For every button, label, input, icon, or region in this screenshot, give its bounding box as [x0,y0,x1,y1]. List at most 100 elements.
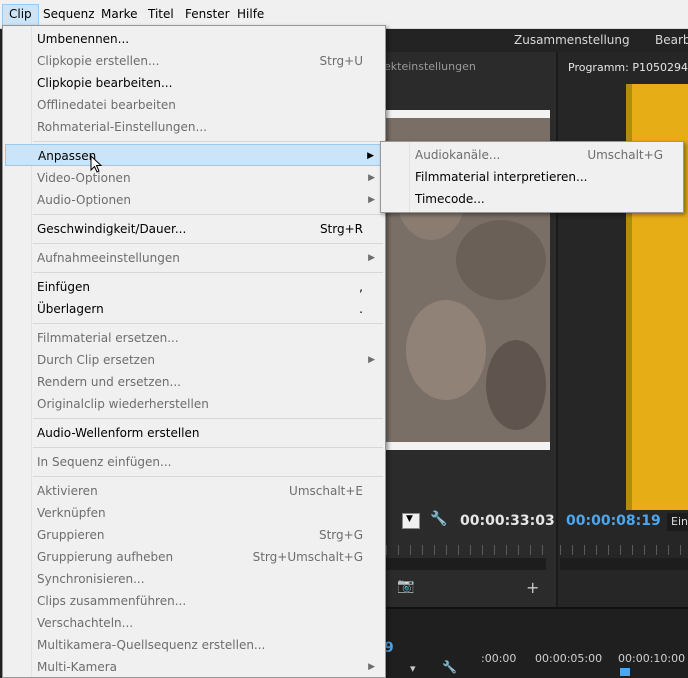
submenu-arrow-icon: ▶ [368,253,375,263]
program-panel-title[interactable]: Programm: P1050294 [568,61,688,74]
submenu-arrow-icon: ▶ [368,195,375,205]
menu-hilfe[interactable]: Hilfe [231,4,270,24]
menu-item-label: Clipkopie erstellen... [37,54,160,68]
menu-item-aktivieren[interactable]: Aktivieren Umschalt+E [5,480,381,502]
program-fit-dropdown[interactable]: Ein [667,513,688,531]
menu-item-rohmaterial[interactable]: Rohmaterial-Einstellungen... [5,116,381,138]
menu-item-shortcut: . [359,302,363,316]
source-dropdown[interactable]: ▼ [402,513,420,529]
source-timecode: 00:00:33:03 [460,513,555,529]
menu-item-audio-optionen[interactable]: Audio-Optionen ▶ [5,189,381,211]
menu-clip[interactable]: Clip [2,4,39,26]
menu-marke[interactable]: Marke [95,4,144,24]
menu-separator [33,214,383,215]
program-ruler [560,545,688,555]
menu-item-label: Verschachteln... [37,616,134,630]
menu-item-offlinedatei[interactable]: Offlinedatei bearbeiten [5,94,381,116]
submenu-item-timecode[interactable]: Timecode... [383,188,681,210]
menu-separator [33,141,383,142]
source-panel-title[interactable]: ekteinstellungen [384,60,476,73]
marker-icon[interactable]: ▾ [410,662,416,675]
menu-sequenz[interactable]: Sequenz [37,4,101,24]
menu-item-label: Filmmaterial interpretieren... [415,170,588,184]
menu-titel[interactable]: Titel [142,4,180,24]
menu-item-synchronisieren[interactable]: Synchronisieren... [5,568,381,590]
timeline-panel [384,607,688,678]
menu-item-umbenennen[interactable]: Umbenennen... [5,28,381,50]
wrench-icon[interactable]: 🔧 [430,511,447,527]
menu-item-label: Gruppieren [37,528,105,542]
menu-item-rendern-ersetzen[interactable]: Rendern und ersetzen... [5,371,381,393]
menu-item-label: Aufnahmeeinstellungen [37,251,180,265]
menu-item-label: Timecode... [415,192,485,206]
menu-item-clips-zusammenfuehren[interactable]: Clips zusammenführen... [5,590,381,612]
menu-item-shortcut: Strg+G [318,528,363,542]
timeline-tick: 00:00:05:00 [535,652,603,665]
menu-item-label: Geschwindigkeit/Dauer... [37,222,187,236]
menu-item-gruppierung-aufheben[interactable]: Gruppierung aufheben Strg+Umschalt+G [5,546,381,568]
menu-item-originalclip[interactable]: Originalclip wiederherstellen [5,393,381,415]
menu-item-label: Einfügen [37,280,90,294]
menu-item-in-sequenz-einfuegen[interactable]: In Sequenz einfügen... [5,451,381,473]
menu-item-geschwindigkeit[interactable]: Geschwindigkeit/Dauer... Strg+R [5,218,381,240]
menu-item-label: Audio-Wellenform erstellen [37,426,200,440]
camera-icon[interactable]: 📷 [397,578,414,594]
menu-item-label: Synchronisieren... [37,572,145,586]
wrench-icon[interactable]: 🔧 [442,660,457,674]
menu-item-multi-kamera[interactable]: Multi-Kamera ▶ [5,656,381,678]
playhead[interactable] [620,668,630,676]
source-scroll[interactable] [386,558,546,570]
menu-item-clipkopie-bearbeiten[interactable]: Clipkopie bearbeiten... [5,72,381,94]
menu-item-label: Offlinedatei bearbeiten [37,98,176,112]
menu-item-multikamera-quellsequenz[interactable]: Multikamera-Quellsequenz erstellen... [5,634,381,656]
menu-item-label: Audio-Optionen [37,193,132,207]
timeline-tick: :00:00 [481,652,517,665]
menu-item-shortcut: Umschalt+G [587,148,663,162]
menu-separator [33,447,383,448]
menu-item-shortcut: Strg+U [319,54,364,68]
submenu-arrow-icon: ▶ [368,662,375,672]
menu-item-einfuegen[interactable]: Einfügen , [5,276,381,298]
menu-separator [33,323,383,324]
menu-item-verknuepfen[interactable]: Verknüpfen [5,502,381,524]
menu-item-video-optionen[interactable]: Video-Optionen ▶ [5,167,381,189]
menu-separator [33,476,383,477]
menu-item-label: Rohmaterial-Einstellungen... [37,120,207,134]
menu-item-label: Umbenennen... [37,32,130,46]
submenu-item-filmmaterial-interpretieren[interactable]: Filmmaterial interpretieren... [383,166,681,188]
menu-item-verschachteln[interactable]: Verschachteln... [5,612,381,634]
menu-item-shortcut: Strg+Umschalt+G [252,550,363,564]
menu-item-label: Audiokanäle... [415,148,501,162]
menu-separator [33,418,383,419]
menu-item-aufnahmeeinstellungen[interactable]: Aufnahmeeinstellungen ▶ [5,247,381,269]
menu-item-audio-wellenform[interactable]: Audio-Wellenform erstellen [5,422,381,444]
workspace-tab-zusammenstellung[interactable]: Zusammenstellung [514,29,630,51]
mouse-cursor-icon [90,155,103,173]
menu-item-label: Originalclip wiederherstellen [37,397,209,411]
menu-item-label: Rendern und ersetzen... [37,375,181,389]
menu-item-shortcut: Strg+R [319,222,363,236]
menu-item-filmmaterial-ersetzen[interactable]: Filmmaterial ersetzen... [5,327,381,349]
clip-menu: Umbenennen... Clipkopie erstellen... Str… [2,25,386,678]
menu-item-label: Überlagern [37,302,104,316]
program-scroll[interactable] [560,558,688,570]
source-ruler [386,545,552,555]
menu-item-label: Clips zusammenführen... [37,594,187,608]
program-timecode[interactable]: 00:00:08:19 [566,513,661,529]
menu-item-gruppieren[interactable]: Gruppieren Strg+G [5,524,381,546]
menu-separator [33,272,383,273]
menu-item-label: In Sequenz einfügen... [37,455,172,469]
menu-item-label: Durch Clip ersetzen [37,353,155,367]
menu-item-ueberlagern[interactable]: Überlagern . [5,298,381,320]
chevron-down-icon: ▼ [406,514,413,524]
submenu-item-audiokanaele[interactable]: Audiokanäle... Umschalt+G [383,144,681,166]
add-icon[interactable]: + [526,578,539,597]
menu-item-label: Multikamera-Quellsequenz erstellen... [37,638,266,652]
menu-item-shortcut: , [359,280,363,294]
menu-fenster[interactable]: Fenster [179,4,236,24]
menu-item-clipkopie-erstellen[interactable]: Clipkopie erstellen... Strg+U [5,50,381,72]
menu-item-anpassen[interactable]: Anpassen ▶ [5,144,381,166]
menu-item-label: Aktivieren [37,484,98,498]
workspace-tab-bearbeitung[interactable]: Bearbe [655,29,688,51]
menu-item-durch-clip-ersetzen[interactable]: Durch Clip ersetzen ▶ [5,349,381,371]
